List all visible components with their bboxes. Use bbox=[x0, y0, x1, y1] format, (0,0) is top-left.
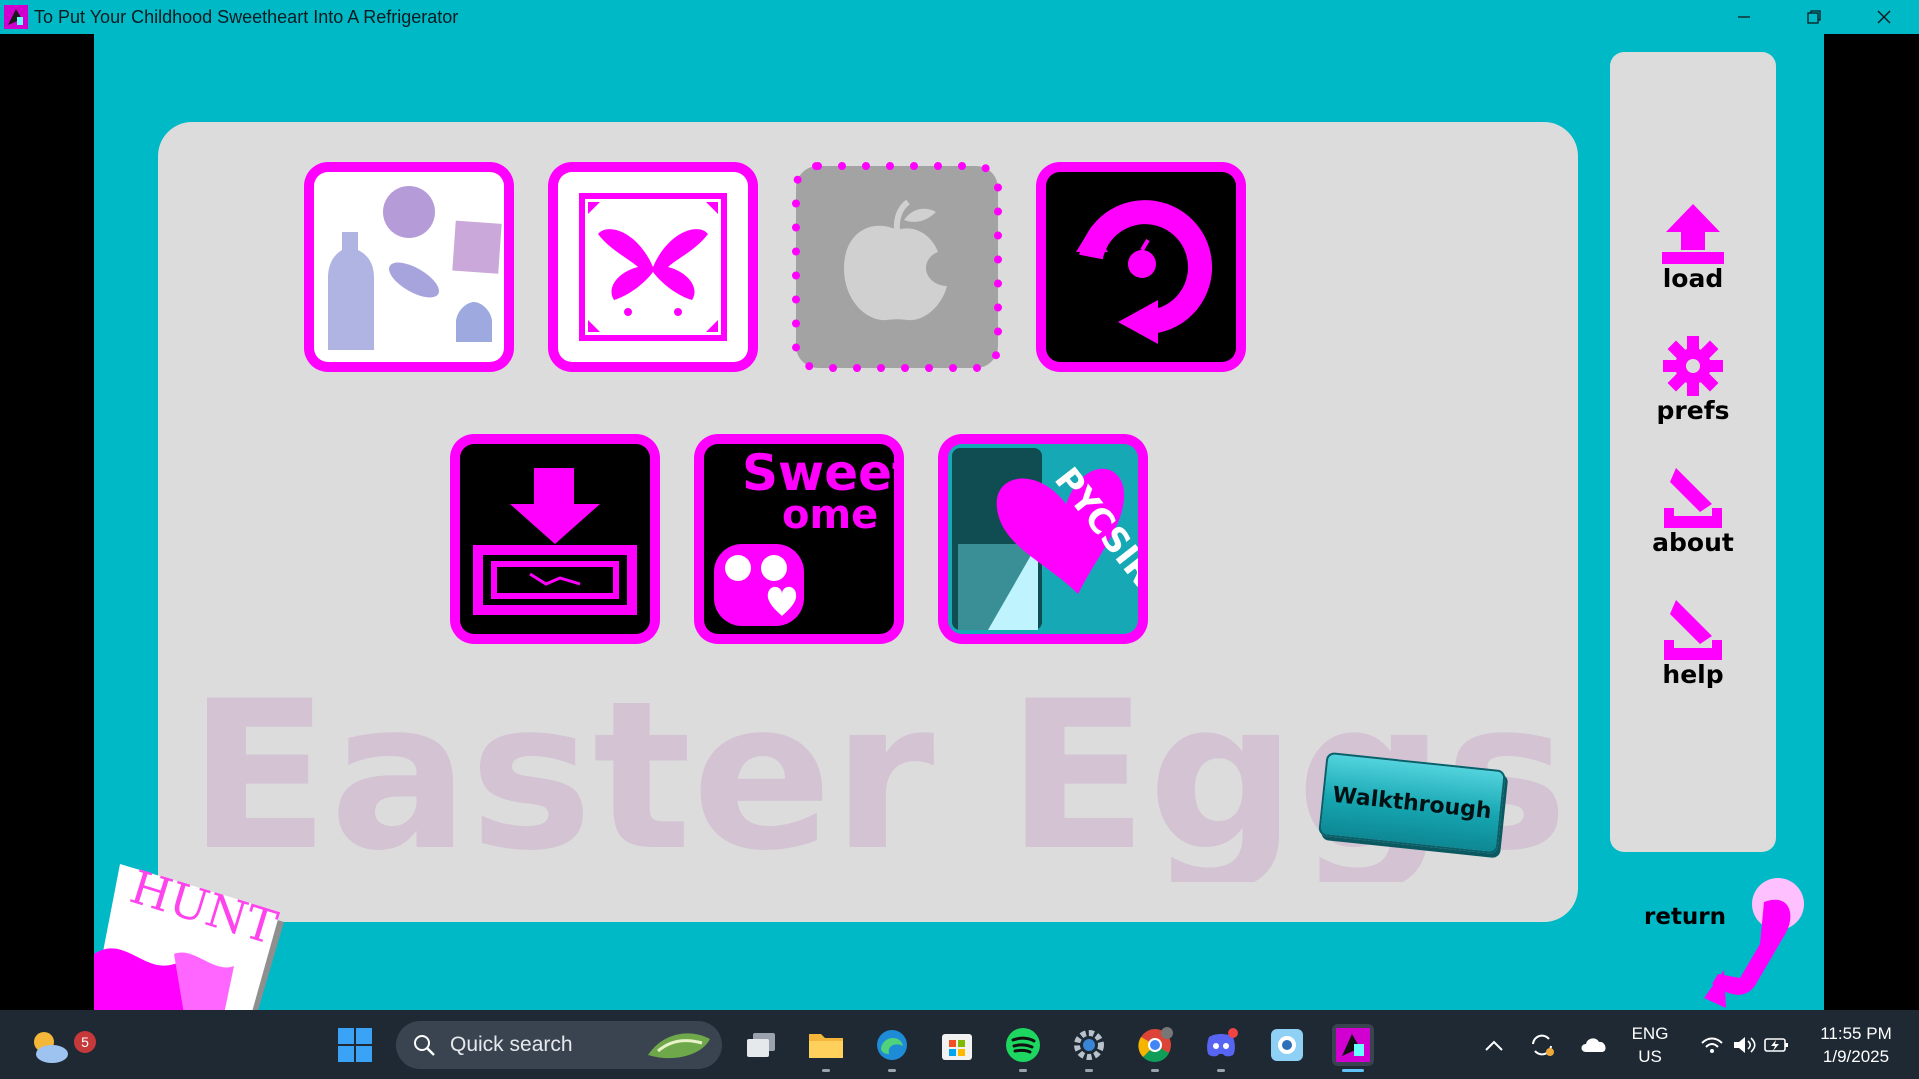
collage-icon bbox=[328, 186, 502, 350]
minimize-icon bbox=[1738, 16, 1750, 18]
circular-arrow-apple-icon bbox=[1076, 200, 1213, 344]
tile-collage[interactable] bbox=[304, 162, 514, 372]
right-menu: load prefs about help bbox=[1610, 52, 1776, 852]
clock-time: 11:55 PM bbox=[1820, 1024, 1892, 1043]
hunt-graphic: HUNT bbox=[94, 859, 284, 1010]
folder-icon bbox=[809, 1034, 843, 1058]
close-button[interactable] bbox=[1849, 0, 1919, 34]
sync-icon bbox=[1532, 1034, 1554, 1056]
restore-icon bbox=[1807, 10, 1821, 24]
discord-icon bbox=[1207, 1028, 1238, 1057]
sync-tray-button[interactable] bbox=[1524, 1024, 1560, 1066]
search-highlight-image bbox=[648, 1033, 710, 1059]
restore-button[interactable] bbox=[1779, 0, 1849, 34]
tile-download[interactable] bbox=[450, 434, 660, 644]
load-label: load bbox=[1662, 264, 1724, 293]
apple-icon bbox=[792, 162, 1002, 372]
store-button[interactable] bbox=[936, 1024, 978, 1066]
tile-inkblot[interactable] bbox=[548, 162, 758, 372]
window-title: To Put Your Childhood Sweetheart Into A … bbox=[34, 7, 459, 27]
sweet-some-logo: Sweet ome bbox=[714, 444, 894, 626]
hunt-badge[interactable]: HUNT bbox=[94, 854, 314, 1010]
quick-settings-button[interactable] bbox=[1690, 1024, 1800, 1066]
pen-tray-icon bbox=[1664, 468, 1722, 528]
spotify-button[interactable] bbox=[1002, 1024, 1044, 1072]
store-icon bbox=[942, 1034, 972, 1060]
walkthrough-label: Walkthrough bbox=[1331, 782, 1493, 824]
screen: To Put Your Childhood Sweetheart Into A … bbox=[0, 0, 1919, 1079]
game-viewport: Easter Eggs Swee ome PYCSIR Walkthrough … bbox=[94, 34, 1824, 1010]
letterbox-right bbox=[1824, 34, 1919, 1010]
start-button[interactable] bbox=[334, 1024, 376, 1066]
spotify-icon bbox=[1006, 1028, 1040, 1062]
tile-restart[interactable] bbox=[1036, 162, 1246, 372]
settings-button[interactable] bbox=[1068, 1024, 1110, 1072]
weather-badge: 5 bbox=[74, 1031, 96, 1053]
weather-widget[interactable]: 5 bbox=[26, 1022, 96, 1068]
volume-icon bbox=[1734, 1037, 1756, 1053]
wifi-icon bbox=[1701, 1037, 1723, 1053]
language-line2: US bbox=[1638, 1047, 1662, 1066]
app-button[interactable] bbox=[1266, 1024, 1308, 1066]
game-taskbar-button[interactable] bbox=[1332, 1024, 1374, 1072]
prefs-button[interactable]: prefs bbox=[1610, 334, 1776, 452]
chrome-button[interactable] bbox=[1134, 1024, 1176, 1072]
battery-charging-icon bbox=[1764, 1038, 1788, 1052]
search-box[interactable]: Quick search bbox=[396, 1021, 722, 1069]
cloud-icon bbox=[1581, 1038, 1606, 1052]
tile-apple-locked[interactable] bbox=[792, 162, 1002, 372]
windows-icon bbox=[338, 1028, 372, 1062]
app-tile-icon bbox=[1271, 1029, 1303, 1061]
edge-button[interactable] bbox=[871, 1024, 913, 1072]
butterfly-inkblot-icon bbox=[579, 193, 727, 341]
tray-overflow-button[interactable] bbox=[1476, 1024, 1512, 1066]
minimize-button[interactable] bbox=[1709, 0, 1779, 34]
game-app-icon bbox=[1336, 1028, 1370, 1062]
close-icon bbox=[1877, 10, 1891, 24]
load-button[interactable]: load bbox=[1610, 202, 1776, 320]
help-button[interactable]: help bbox=[1610, 598, 1776, 716]
clock[interactable]: 11:55 PM 1/9/2025 bbox=[1804, 1022, 1908, 1068]
clock-date: 1/9/2025 bbox=[1822, 1047, 1890, 1066]
some-label: ome bbox=[782, 492, 878, 538]
taskbar: 5 Quick search ENG US 11:55 PM 1/9/2025 bbox=[0, 1010, 1919, 1079]
upload-arrow-icon bbox=[1662, 204, 1724, 264]
tile-pycsir[interactable]: PYCSIR bbox=[938, 434, 1148, 644]
search-icon bbox=[414, 1035, 435, 1056]
file-explorer-button[interactable] bbox=[805, 1024, 847, 1072]
pycsir-heart-logo: PYCSIR bbox=[952, 448, 1138, 630]
return-figure-icon bbox=[1704, 878, 1804, 1008]
help-label: help bbox=[1662, 660, 1724, 689]
tile-sweet-some[interactable]: Sweet ome bbox=[694, 434, 904, 644]
gear-icon bbox=[1663, 336, 1723, 396]
letterbox-left bbox=[0, 34, 94, 1010]
edge-icon bbox=[877, 1030, 907, 1060]
pen-tray-icon bbox=[1664, 600, 1722, 660]
download-tray-icon bbox=[473, 468, 637, 615]
settings-gear-icon bbox=[1074, 1030, 1104, 1060]
about-label: about bbox=[1652, 528, 1734, 557]
return-button[interactable]: return bbox=[1644, 874, 1814, 1010]
task-view-icon bbox=[747, 1033, 775, 1057]
chrome-icon bbox=[1138, 1027, 1173, 1062]
onedrive-tray-button[interactable] bbox=[1576, 1024, 1612, 1066]
language-indicator[interactable]: ENG US bbox=[1620, 1022, 1680, 1068]
about-button[interactable]: about bbox=[1610, 466, 1776, 584]
weather-moon-cloud-icon bbox=[34, 1032, 68, 1063]
language-line1: ENG bbox=[1631, 1024, 1669, 1043]
chevron-up-icon bbox=[1485, 1040, 1503, 1051]
discord-button[interactable] bbox=[1200, 1024, 1242, 1072]
task-view-button[interactable] bbox=[740, 1024, 782, 1066]
window-titlebar[interactable]: To Put Your Childhood Sweetheart Into A … bbox=[0, 0, 1919, 34]
search-placeholder: Quick search bbox=[450, 1033, 573, 1056]
app-icon bbox=[4, 5, 28, 29]
prefs-label: prefs bbox=[1656, 396, 1730, 425]
